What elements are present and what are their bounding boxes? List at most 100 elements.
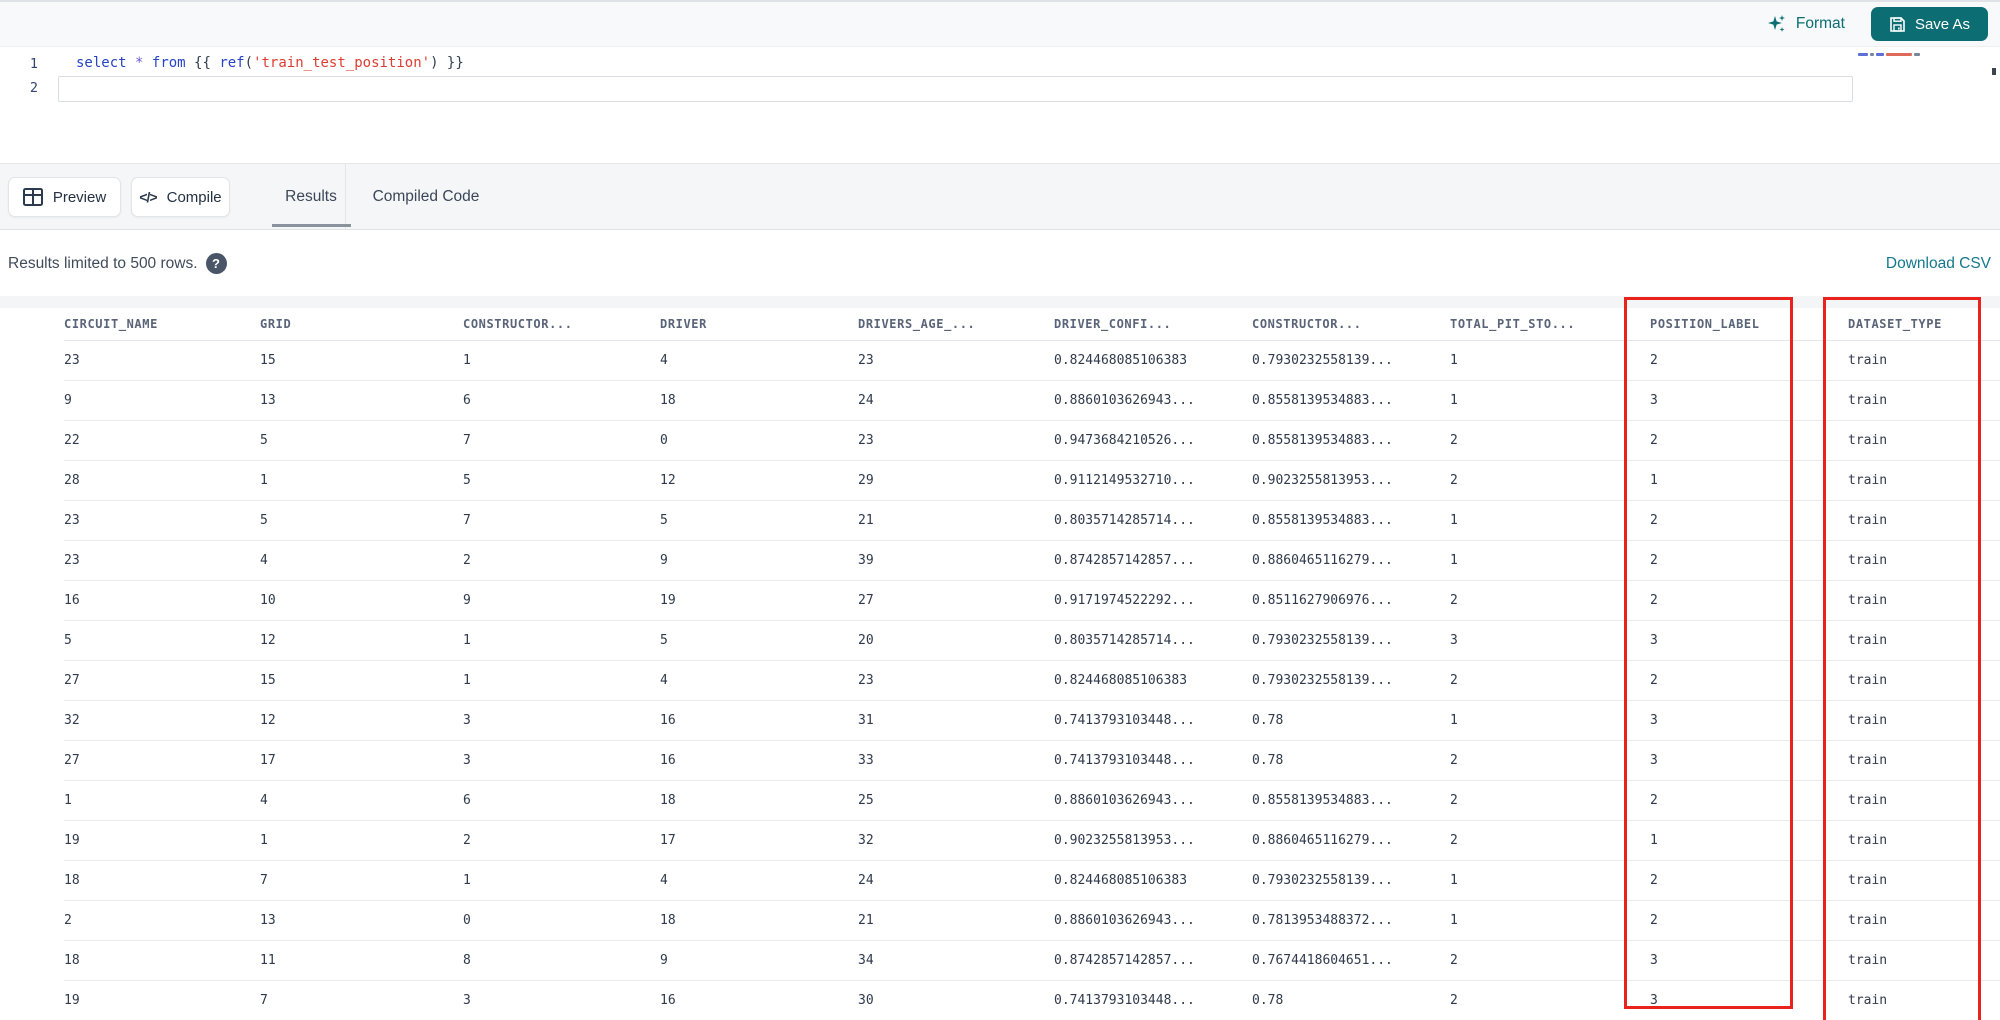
table-cell: 1 — [64, 793, 72, 808]
table-cell: 23 — [64, 513, 80, 528]
compile-button[interactable]: </> Compile — [131, 177, 230, 217]
table-cell: train — [1848, 513, 1888, 528]
table-cell: 0.8860103626943... — [1054, 393, 1195, 408]
table-cell: train — [1848, 673, 1888, 688]
table-cell: 24 — [858, 393, 874, 408]
table-row: 23 15 1 4 23 0.824468085106383 0.7930232558139… — [64, 341, 2000, 381]
code-brackets-icon: </> — [139, 189, 157, 205]
column-header[interactable]: CONSTRUCTOR... — [463, 317, 660, 331]
download-csv-link[interactable]: Download CSV — [1886, 255, 1991, 273]
table-cell: 7 — [260, 873, 268, 888]
table-cell: 4 — [660, 873, 668, 888]
help-icon[interactable]: ? — [205, 253, 227, 274]
sql-editor[interactable]: 1 2 select * from {{ ref('train_test_pos… — [0, 47, 2000, 163]
table-cell: 2 — [1450, 953, 1458, 968]
table-cell: 0.7930232558139... — [1252, 633, 1393, 648]
table-cell: 0.8558139534883... — [1252, 393, 1393, 408]
code-token: ref — [219, 55, 245, 71]
code-line-1[interactable]: select * from {{ ref('train_test_positio… — [76, 55, 464, 71]
table-cell: 1 — [1450, 913, 1458, 928]
table-cell: 9 — [64, 393, 72, 408]
table-cell: 18 — [64, 953, 80, 968]
code-token: ( — [244, 55, 254, 71]
table-cell: 9 — [463, 593, 471, 608]
column-header[interactable]: GRID — [260, 317, 463, 331]
table-row: 18 11 8 9 34 0.8742857142857... 0.767441860465… — [64, 941, 2000, 981]
table-cell: 5 — [660, 633, 668, 648]
table-cell: 18 — [660, 393, 676, 408]
table-cell: 1 — [260, 833, 268, 848]
table-row: 1 4 6 18 25 0.8860103626943... 0.8558139534883… — [64, 781, 2000, 821]
preview-button[interactable]: Preview — [8, 177, 121, 217]
table-cell: 13 — [260, 393, 276, 408]
table-cell: train — [1848, 713, 1888, 728]
save-as-button[interactable]: Save As — [1870, 7, 1988, 41]
code-token: select — [76, 55, 127, 71]
table-cell: 1 — [1450, 513, 1458, 528]
active-tab-underline — [272, 224, 351, 227]
table-cell: 2 — [1650, 353, 1658, 368]
table-cell: 2 — [1650, 553, 1658, 568]
table-row: 16 10 9 19 27 0.9171974522292... 0.85116279069… — [64, 581, 2000, 621]
tab-results[interactable]: Results — [268, 164, 354, 230]
table-row: 5 12 1 5 20 0.8035714285714... 0.7930232558139… — [64, 621, 2000, 661]
column-header[interactable]: POSITION_LABEL — [1650, 317, 1848, 331]
table-cell: 3 — [463, 713, 471, 728]
table-cell: 6 — [463, 793, 471, 808]
table-cell: 16 — [64, 593, 80, 608]
table-cell: 2 — [64, 913, 72, 928]
column-header[interactable]: DRIVERS_AGE_... — [858, 317, 1054, 331]
table-cell: 28 — [64, 473, 80, 488]
table-cell: 1 — [1650, 833, 1658, 848]
table-cell: 2 — [1450, 833, 1458, 848]
editor-minimap[interactable] — [1856, 50, 1996, 158]
minimap-scroll-indicator — [1992, 68, 1996, 75]
table-row: 32 12 3 16 31 0.7413793103448... 0.78 1 3 train — [64, 701, 2000, 741]
table-row: 27 15 1 4 23 0.824468085106383 0.7930232558139… — [64, 661, 2000, 701]
sparkles-icon — [1767, 14, 1787, 34]
column-header[interactable]: CIRCUIT_NAME — [64, 317, 260, 331]
table-cell: 19 — [64, 993, 80, 1008]
table-cell: 3 — [1650, 753, 1658, 768]
tab-compiled-code[interactable]: Compiled Code — [366, 164, 486, 230]
table-cell: 0.78 — [1252, 993, 1284, 1008]
table-cell: 16 — [660, 753, 676, 768]
table-cell: 27 — [64, 673, 80, 688]
table-cell: 5 — [660, 513, 668, 528]
table-cell: 2 — [1650, 873, 1658, 888]
table-cell: 1 — [463, 353, 471, 368]
table-cell: 0.8860103626943... — [1054, 913, 1195, 928]
preview-label: Preview — [52, 188, 107, 206]
table-cell: train — [1848, 353, 1888, 368]
table-cell: 15 — [260, 673, 276, 688]
table-cell: 7 — [260, 993, 268, 1008]
row-limit-text: Results limited to 500 rows. — [8, 254, 198, 272]
table-cell: train — [1848, 593, 1888, 608]
format-button[interactable]: Format — [1767, 14, 1845, 34]
table-cell: train — [1848, 873, 1888, 888]
column-header[interactable]: DRIVER_CONFI... — [1054, 317, 1252, 331]
table-cell: 32 — [858, 833, 874, 848]
table-cell: 0.8511627906976... — [1252, 593, 1393, 608]
table-cell: train — [1848, 633, 1888, 648]
column-header[interactable]: DATASET_TYPE — [1848, 317, 2000, 331]
active-line-highlight[interactable] — [58, 76, 1853, 102]
column-header[interactable]: DRIVER — [660, 317, 858, 331]
table-row: 2 13 0 18 21 0.8860103626943... 0.781395348837… — [64, 901, 2000, 941]
table-cell: 2 — [1450, 673, 1458, 688]
table-cell: 16 — [660, 993, 676, 1008]
table-cell: 2 — [1450, 793, 1458, 808]
table-cell: 0.7930232558139... — [1252, 353, 1393, 368]
table-cell: 13 — [260, 913, 276, 928]
table-cell: 0.824468085106383 — [1054, 873, 1188, 888]
column-header[interactable]: CONSTRUCTOR... — [1252, 317, 1450, 331]
table-cell: 15 — [260, 353, 276, 368]
column-header[interactable]: TOTAL_PIT_STO... — [1450, 317, 1650, 331]
table-cell: 0.824468085106383 — [1054, 353, 1188, 368]
table-cell: 24 — [858, 873, 874, 888]
line-number-1: 1 — [29, 56, 38, 72]
table-header-row: CIRCUIT_NAME GRID CONSTRUCTOR... DRIVER DRIV… — [64, 308, 2000, 341]
table-cell: 1 — [1450, 353, 1458, 368]
table-cell: 8 — [463, 953, 471, 968]
